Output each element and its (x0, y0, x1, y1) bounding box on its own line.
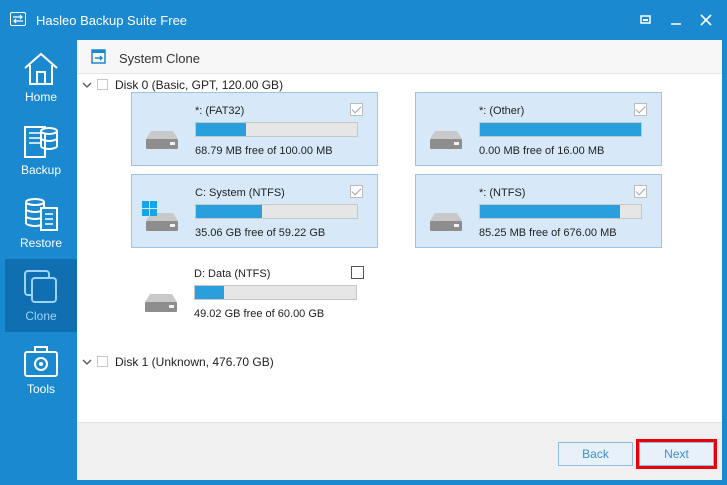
disk-0-checkbox[interactable] (97, 79, 108, 90)
partition-checkbox[interactable] (350, 185, 363, 198)
minimize-button[interactable] (666, 10, 686, 30)
partition-name: D: Data (NTFS) (194, 268, 271, 280)
page-title: System Clone (119, 51, 200, 66)
partition-free-space: 85.25 MB free of 676.00 MB (479, 227, 617, 239)
app-logo-icon (10, 12, 26, 26)
partition-name: C: System (NTFS) (195, 187, 285, 199)
partition-checkbox[interactable] (351, 266, 364, 279)
restore-icon (25, 198, 58, 231)
partition-checkbox[interactable] (634, 103, 647, 116)
chevron-down-icon[interactable] (81, 79, 93, 91)
partition-checkbox[interactable] (350, 103, 363, 116)
partition-free-space: 0.00 MB free of 16.00 MB (479, 145, 605, 157)
drive-icon (430, 213, 462, 231)
partition-checkbox[interactable] (634, 185, 647, 198)
drive-icon (430, 131, 462, 149)
disk-1-checkbox[interactable] (97, 356, 108, 367)
usage-bar-fill (196, 205, 262, 218)
usage-bar (479, 122, 642, 137)
windows-logo-icon (142, 201, 157, 216)
disk-1-label: Disk 1 (Unknown, 476.70 GB) (115, 355, 274, 369)
sidebar-item-clone[interactable]: Clone (5, 259, 77, 332)
usage-bar (195, 204, 358, 219)
usage-bar-fill (196, 123, 246, 136)
window-title: Hasleo Backup Suite Free (36, 13, 188, 28)
usage-bar-fill (480, 205, 621, 218)
drive-icon (146, 131, 178, 149)
backup-icon (24, 126, 58, 158)
sidebar: Home Backup Restore Clone Tools (5, 40, 77, 480)
partition-free-space: 35.06 GB free of 59.22 GB (195, 227, 326, 239)
partition-name: *: (NTFS) (479, 187, 526, 199)
main-panel: System Clone Disk 0 (Basic, GPT, 120.00 … (77, 40, 722, 480)
back-button[interactable]: Back (558, 442, 633, 466)
sidebar-item-label: Tools (26, 382, 55, 396)
partition-card[interactable]: D: Data (NTFS) 49.02 GB free of 60.00 GB (131, 256, 378, 330)
partition-card[interactable]: C: System (NTFS) 35.06 GB free of 59.22 … (131, 174, 378, 248)
sidebar-item-tools[interactable]: Tools (5, 332, 77, 405)
usage-bar-fill (195, 286, 224, 299)
drive-icon (145, 294, 177, 312)
partition-name: *: (Other) (479, 105, 525, 117)
partition-card[interactable]: *: (NTFS) 85.25 MB free of 676.00 MB (415, 174, 662, 248)
home-icon (24, 52, 58, 85)
partition-name: *: (FAT32) (195, 105, 245, 117)
disk-0-label: Disk 0 (Basic, GPT, 120.00 GB) (115, 78, 284, 92)
next-button-highlight (636, 439, 717, 469)
disk-1-row[interactable]: Disk 1 (Unknown, 476.70 GB) (77, 355, 477, 371)
sidebar-item-label: Clone (25, 309, 57, 323)
sidebar-item-home[interactable]: Home (5, 40, 77, 113)
system-clone-icon (91, 49, 106, 64)
partition-card[interactable]: *: (FAT32) 68.79 MB free of 100.00 MB (131, 92, 378, 166)
tools-icon (24, 346, 58, 377)
sidebar-item-label: Restore (19, 236, 63, 250)
partition-free-space: 49.02 GB free of 60.00 GB (194, 308, 325, 320)
restore-window-button[interactable] (635, 10, 655, 30)
sidebar-item-backup[interactable]: Backup (5, 113, 77, 186)
usage-bar (195, 122, 358, 137)
footer-bar: Back Next (77, 422, 722, 480)
partition-card[interactable]: *: (Other) 0.00 MB free of 16.00 MB (415, 92, 662, 166)
title-bar: Hasleo Backup Suite Free (0, 0, 727, 40)
sidebar-item-label: Home (24, 90, 57, 104)
close-button[interactable] (696, 10, 716, 30)
sidebar-item-restore[interactable]: Restore (5, 186, 77, 259)
clone-icon (24, 270, 57, 303)
partition-free-space: 68.79 MB free of 100.00 MB (195, 145, 333, 157)
app-window: Hasleo Backup Suite Free Home Backup Res… (0, 0, 727, 485)
usage-bar (194, 285, 357, 300)
sidebar-item-label: Backup (20, 163, 62, 177)
usage-bar-fill (480, 123, 641, 136)
usage-bar (479, 204, 642, 219)
page-header: System Clone (77, 40, 722, 74)
chevron-down-icon[interactable] (81, 356, 93, 368)
